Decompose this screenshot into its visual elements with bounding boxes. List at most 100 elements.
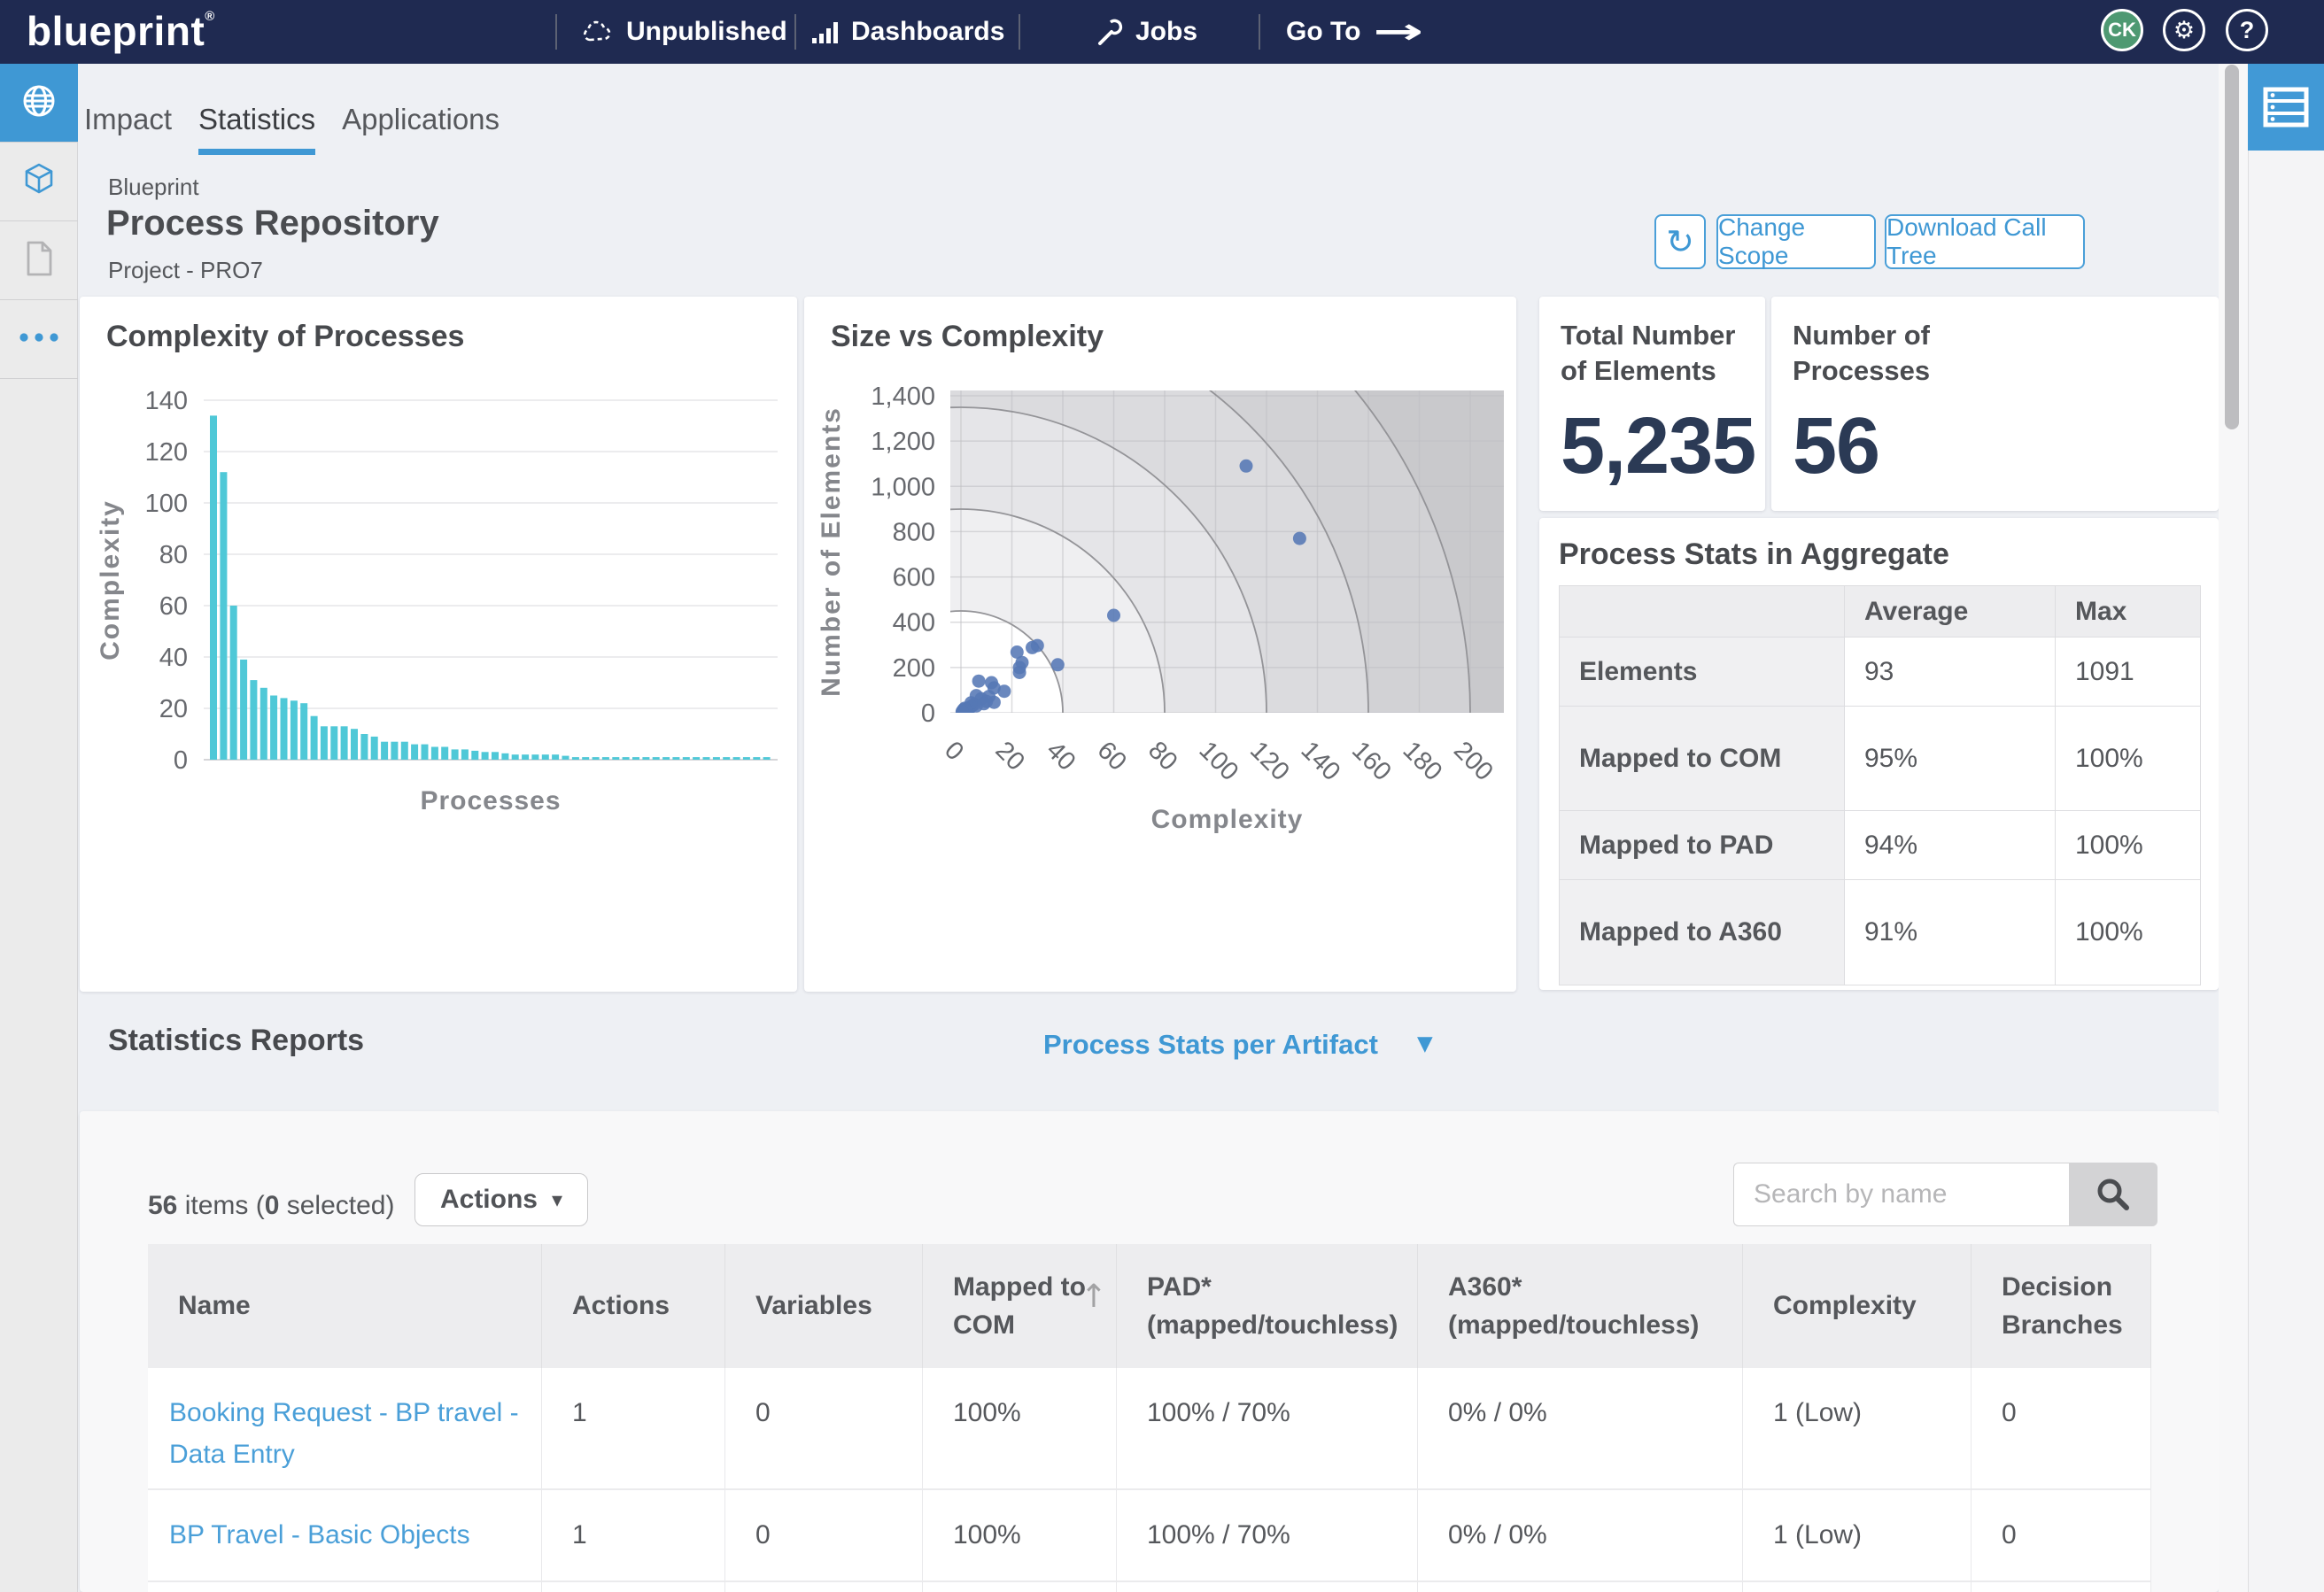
nav-divider [1259, 14, 1260, 50]
items-count: 56 items (0 selected) [148, 1191, 394, 1221]
table-cell [725, 1582, 923, 1592]
chevron-down-icon[interactable]: ▼ [1417, 1032, 1433, 1055]
nav-item-jobs[interactable]: Jobs [1095, 0, 1197, 64]
nav-item-dashboards[interactable]: Dashboards [810, 0, 1004, 64]
actions-button[interactable]: Actions▾ [414, 1173, 588, 1226]
svg-text:Processes: Processes [420, 786, 561, 815]
aggregate-cell: Mapped to A360 [1560, 880, 1845, 985]
svg-text:20: 20 [159, 695, 188, 723]
reports-table: NameActionsVariablesMapped to COM↑PAD* (… [148, 1244, 2151, 1592]
column-header-mapped-to-com[interactable]: Mapped to COM↑ [923, 1244, 1117, 1368]
refresh-button[interactable]: ↻ [1654, 214, 1706, 269]
number-of-processes-value: 56 [1793, 401, 1879, 492]
chevron-down-icon: ▾ [552, 1187, 562, 1212]
process-stats-aggregate-card: Process Stats in Aggregate AverageMaxEle… [1539, 518, 2219, 990]
tab-applications[interactable]: Applications [342, 103, 500, 155]
download-call-tree-button[interactable]: Download Call Tree [1885, 214, 2085, 269]
table-cell: 1 (Low) [1743, 1368, 1972, 1490]
column-header-actions[interactable]: Actions [542, 1244, 725, 1368]
page-title: Process Repository [106, 204, 439, 243]
search-button[interactable] [2069, 1163, 2157, 1226]
svg-text:Complexity: Complexity [96, 499, 125, 661]
svg-text:200: 200 [893, 654, 935, 683]
aggregate-cell: 94% [1845, 811, 2056, 880]
arrow-right-icon: → [1374, 12, 1424, 52]
size-vs-complexity-chart: 02004006008001,0001,2001,400020406080100… [804, 297, 1516, 996]
cloud-icon [580, 18, 616, 46]
aggregate-cell: 93 [1845, 638, 2056, 707]
globe-icon [19, 81, 58, 125]
tab-bar: Impact Statistics Applications [84, 103, 500, 155]
sidebar-item-more[interactable] [0, 300, 78, 379]
aggregate-cell: 100% [2056, 707, 2200, 811]
registered-icon: ® [205, 9, 215, 24]
svg-text:1,200: 1,200 [871, 428, 935, 456]
size-vs-complexity-card: Size vs Complexity 02004006008001,0001,2… [804, 297, 1516, 992]
svg-text:1,400: 1,400 [871, 383, 935, 411]
column-header-variables[interactable]: Variables [725, 1244, 923, 1368]
aggregate-table: AverageMaxElements931091Mapped to COM95%… [1559, 585, 2201, 985]
table-row: BP Travel - Basic Objects10100%100% / 70… [148, 1490, 2151, 1582]
nav-item-goto[interactable]: Go To→ [1286, 0, 1414, 64]
svg-text:40: 40 [159, 644, 188, 672]
aggregate-column-header: Max [2056, 586, 2200, 638]
reports-header-row: NameActionsVariablesMapped to COM↑PAD* (… [148, 1244, 2151, 1368]
svg-text:100: 100 [1194, 736, 1244, 786]
table-cell [542, 1582, 725, 1592]
tab-statistics[interactable]: Statistics [198, 103, 315, 155]
table-cell: 0% / 0% [1418, 1368, 1743, 1490]
svg-text:200: 200 [1448, 736, 1499, 786]
column-header-a360-mapped-touchless[interactable]: A360* (mapped/touchless) [1418, 1244, 1743, 1368]
wrench-icon [1095, 17, 1125, 47]
table-cell: 100% / 70% [1117, 1368, 1418, 1490]
table-cell [1418, 1582, 1743, 1592]
sidebar-item-document[interactable] [0, 221, 78, 300]
page-subtitle: Project - PRO7 [108, 257, 263, 284]
sidebar-item-model[interactable] [0, 143, 78, 221]
sidebar-item-globe[interactable] [0, 64, 78, 143]
report-selector[interactable]: Process Stats per Artifact [1043, 1029, 1378, 1061]
table-panel-icon [2262, 86, 2310, 128]
table-cell: 0 [725, 1490, 923, 1582]
gear-icon: ⚙ [2173, 17, 2195, 44]
table-cell: 0 [725, 1368, 923, 1490]
svg-text:400: 400 [893, 609, 935, 638]
table-cell [148, 1582, 542, 1592]
svg-text:Number of Elements: Number of Elements [817, 406, 846, 697]
process-link[interactable]: BP Travel - Basic Objects [148, 1490, 542, 1582]
tab-impact[interactable]: Impact [84, 103, 172, 155]
svg-text:100: 100 [145, 490, 188, 518]
help-button[interactable]: ? [2226, 9, 2268, 51]
column-header-complexity[interactable]: Complexity [1743, 1244, 1972, 1368]
total-elements-card: Total Number of Elements 5,235 [1539, 297, 1765, 511]
aggregate-column-header: Average [1845, 586, 2056, 638]
complexity-bar-chart-card: Complexity of Processes 0204060801001201… [80, 297, 797, 992]
left-icon-rail [0, 64, 78, 1592]
search-input[interactable] [1733, 1163, 2069, 1226]
avatar[interactable]: CK [2101, 9, 2143, 51]
data-panel-button[interactable] [2248, 64, 2324, 151]
table-row: Mapped to A36091%100% [1560, 880, 2200, 985]
table-row: Booking Request - BP travel - Data Entry… [148, 1368, 2151, 1490]
top-navbar: blueprint® Unpublished Dashboards Jobs Go T… [0, 0, 2324, 64]
table-cell: 1 (Low) [1743, 1490, 1972, 1582]
column-header-name[interactable]: Name [148, 1244, 542, 1368]
table-row: Mapped to COM95%100% [1560, 707, 2200, 811]
column-header-decision-branches[interactable]: Decision Branches [1972, 1244, 2151, 1368]
aggregate-cell: 95% [1845, 707, 2056, 811]
app-logo[interactable]: blueprint® [27, 7, 215, 55]
svg-text:120: 120 [1244, 736, 1295, 786]
table-cell: 0% / 0% [1418, 1490, 1743, 1582]
settings-button[interactable]: ⚙ [2163, 9, 2205, 51]
aggregate-cell: Mapped to PAD [1560, 811, 1845, 880]
process-link[interactable]: Booking Request - BP travel - Data Entry [148, 1368, 542, 1490]
table-cell [1743, 1582, 1972, 1592]
column-header-pad-mapped-touchless[interactable]: PAD* (mapped/touchless) [1117, 1244, 1418, 1368]
sort-ascending-icon[interactable]: ↑ [1081, 1274, 1107, 1320]
vertical-scrollbar-thumb[interactable] [2225, 65, 2239, 429]
svg-text:120: 120 [145, 438, 188, 467]
breadcrumb: Blueprint [108, 174, 199, 201]
change-scope-button[interactable]: Change Scope [1716, 214, 1876, 269]
aggregate-cell: 100% [2056, 811, 2200, 880]
nav-item-unpublished[interactable]: Unpublished [580, 0, 787, 64]
